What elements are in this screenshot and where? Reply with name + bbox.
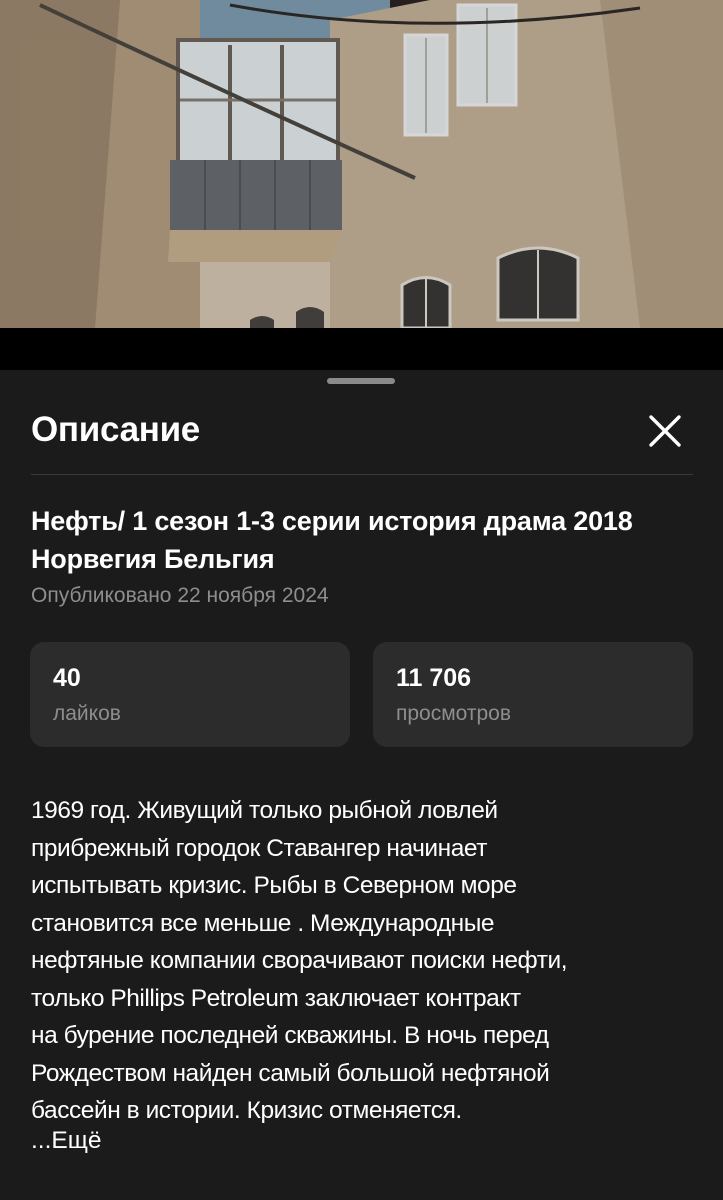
publish-date: Опубликовано 22 ноября 2024: [31, 584, 329, 607]
likes-count: 40: [53, 664, 81, 692]
description-text: 1969 год. Живущий только рыбной ловлей п…: [31, 792, 693, 1130]
likes-label: лайков: [53, 702, 121, 725]
video-title: Нефть/ 1 сезон 1-3 серии история драма 2…: [31, 506, 633, 574]
close-icon: [649, 415, 681, 447]
video-player[interactable]: [0, 0, 723, 328]
views-count: 11 706: [396, 664, 472, 692]
views-label: просмотров: [396, 702, 512, 725]
description-line: прибрежный городок Ставангер начинает: [31, 834, 488, 862]
description-line: Рождеством найден самый большой нефтяной: [31, 1059, 550, 1087]
description-line: на бурение последней скважины. В ночь пе…: [31, 1022, 549, 1049]
description-line: бассейн в истории. Кризис отменяется.: [31, 1097, 462, 1124]
likes-card: 40 лайков: [30, 642, 350, 747]
video-letterbox: [0, 328, 723, 370]
description-line: становится все меньше . Международные: [31, 909, 495, 937]
show-more-link[interactable]: ...Ещё: [31, 1127, 102, 1155]
close-button[interactable]: [636, 402, 694, 460]
header-divider: [31, 474, 693, 475]
description-line: испытывать кризис. Рыбы в Северном море: [31, 872, 517, 899]
description-line: нефтяные компании сворачивают поиски неф…: [31, 947, 568, 974]
views-card: 11 706 просмотров: [373, 642, 693, 747]
video-frame-image: [0, 0, 723, 328]
description-line: только Phillips Petroleum заключает конт…: [31, 984, 521, 1012]
sheet-drag-handle[interactable]: [327, 378, 395, 384]
description-sheet: Описание Нефть/ 1 сезон 1-3 серии истори…: [0, 370, 723, 1200]
sheet-title: Описание: [31, 410, 200, 449]
description-line: 1969 год. Живущий только рыбной ловлей: [31, 797, 498, 824]
